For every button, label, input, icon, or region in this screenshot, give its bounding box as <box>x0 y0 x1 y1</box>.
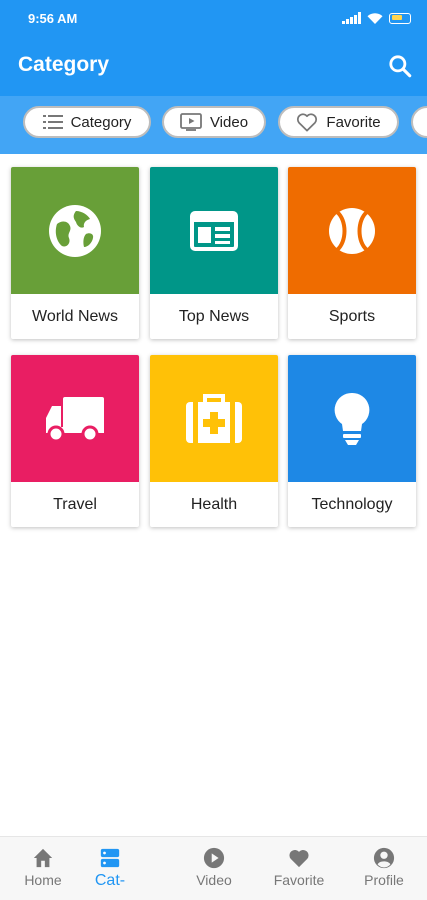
bottom-nav: Home Cat- Video Favorite Profile <box>0 836 427 900</box>
globe-icon <box>49 204 101 257</box>
category-card-technology[interactable]: Technology <box>288 355 416 527</box>
nav-label: Video <box>196 872 232 888</box>
nav-label: Cat- <box>94 872 126 889</box>
tile <box>11 167 139 294</box>
category-label: Sports <box>328 307 376 325</box>
tile <box>11 355 139 482</box>
medkit-icon <box>186 393 242 443</box>
category-label: Technology <box>311 495 393 513</box>
status-time: 9:56 AM <box>28 11 78 26</box>
battery-icon <box>389 12 411 24</box>
nav-category[interactable]: Cat- <box>70 847 150 890</box>
profile-icon <box>373 847 395 869</box>
category-card-sports[interactable]: Sports <box>288 167 416 339</box>
category-label: World News <box>32 307 118 325</box>
chip-category[interactable]: Category <box>23 106 151 138</box>
home-icon <box>33 848 53 868</box>
category-card-top-news[interactable]: Top News <box>150 167 278 339</box>
truck-icon <box>46 396 104 442</box>
app-bar: Category <box>0 36 427 96</box>
category-card-health[interactable]: Health <box>150 355 278 527</box>
play-icon <box>203 847 225 869</box>
category-card-world-news[interactable]: World News <box>11 167 139 339</box>
nav-favorite[interactable]: Favorite <box>259 847 339 888</box>
chip-video[interactable]: Video <box>162 106 266 138</box>
category-label: Travel <box>53 495 97 513</box>
tile <box>150 355 278 482</box>
page-title: Category <box>18 53 110 76</box>
chip-more[interactable] <box>411 106 427 138</box>
chip-favorite[interactable]: Favorite <box>278 106 399 138</box>
heart-icon <box>289 850 309 868</box>
category-label: Health <box>190 495 238 513</box>
list-icon <box>42 115 63 129</box>
tile <box>288 355 416 482</box>
chip-label: Category <box>70 113 132 131</box>
status-bar: 9:56 AM <box>0 0 427 36</box>
wifi-icon <box>367 12 383 24</box>
ball-icon <box>329 207 375 254</box>
chip-label: Favorite <box>326 113 381 131</box>
nav-profile[interactable]: Profile <box>344 847 424 888</box>
chip-label: Video <box>209 113 249 131</box>
filter-chips: Category Video Favorite <box>0 96 427 154</box>
newspaper-icon <box>190 210 238 251</box>
heart-icon <box>297 113 318 132</box>
nav-label: Favorite <box>273 872 325 888</box>
signal-icon <box>342 12 361 24</box>
category-icon <box>100 848 120 868</box>
category-label: Top News <box>178 307 250 325</box>
category-card-travel[interactable]: Travel <box>11 355 139 527</box>
tile <box>288 167 416 294</box>
bulb-icon <box>334 392 370 445</box>
nav-label: Profile <box>364 872 404 888</box>
nav-video[interactable]: Video <box>174 847 254 888</box>
video-icon <box>180 113 202 131</box>
tile <box>150 167 278 294</box>
search-icon[interactable] <box>387 53 413 79</box>
